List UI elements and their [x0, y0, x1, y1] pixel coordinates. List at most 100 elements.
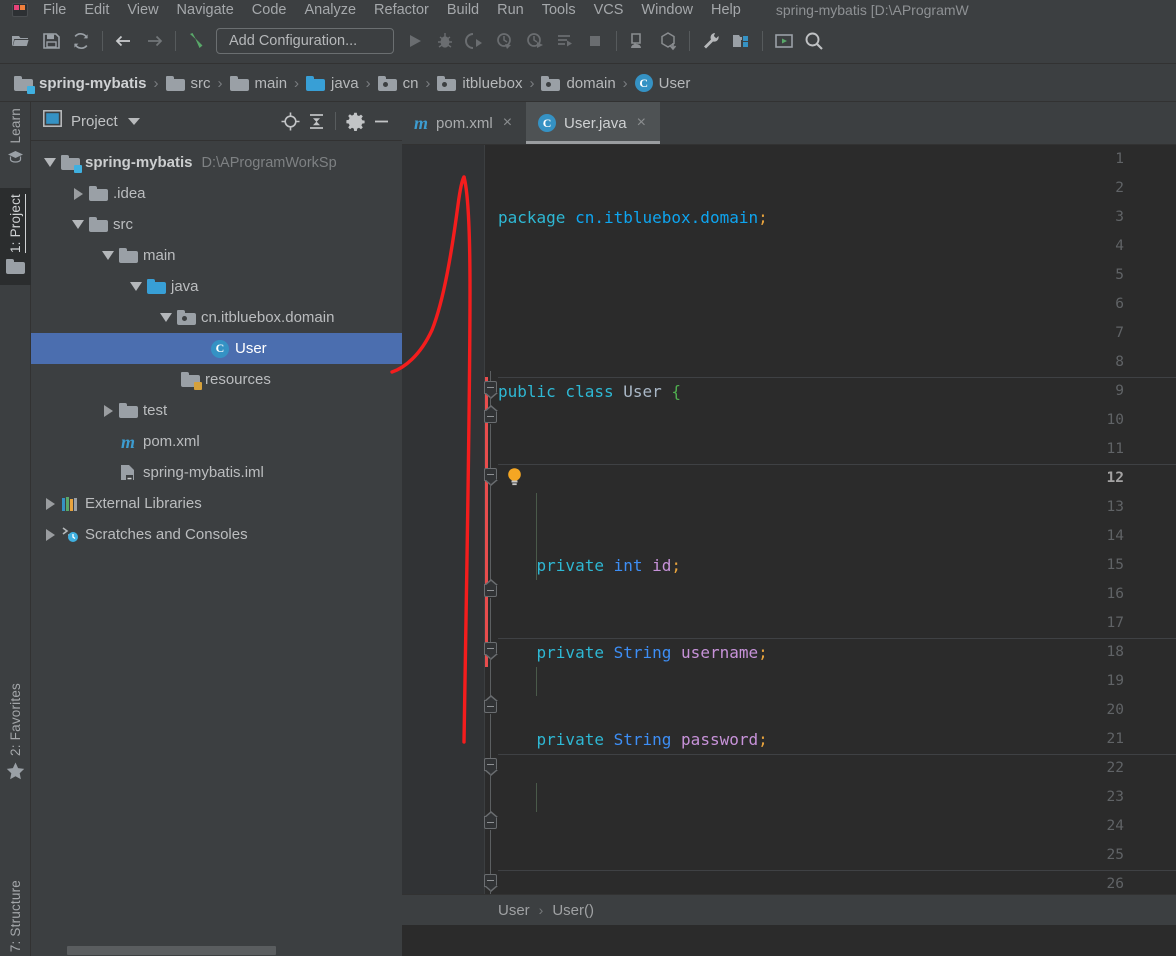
fold-marker-close[interactable]: [484, 695, 498, 713]
run-with-coverage-icon[interactable]: [460, 26, 490, 56]
menu-item-tools[interactable]: Tools: [533, 2, 585, 19]
menu-item-view[interactable]: View: [118, 2, 167, 19]
open-project-icon[interactable]: [6, 26, 36, 56]
build-hammer-icon[interactable]: [182, 26, 212, 56]
breadcrumb-class-user[interactable]: User: [494, 901, 534, 920]
project-tree[interactable]: spring-mybatis D:\AProgramWorkSp .idea s…: [31, 141, 402, 946]
tree-node-label: src: [113, 216, 133, 233]
tree-node-external-libraries[interactable]: External Libraries: [31, 488, 402, 519]
breadcrumb-src[interactable]: src: [162, 73, 215, 94]
breadcrumb-main[interactable]: main: [226, 73, 292, 94]
add-configuration-button[interactable]: Add Configuration...: [216, 28, 394, 54]
run-anything-icon[interactable]: [769, 26, 799, 56]
debug-icon[interactable]: [430, 26, 460, 56]
sidebar-item-project[interactable]: 1: Project: [0, 188, 31, 286]
code-line-7: private String password;: [536, 730, 768, 749]
fold-marker-close[interactable]: [484, 405, 498, 423]
expand-arrow-icon[interactable]: [69, 185, 87, 203]
menu-item-navigate[interactable]: Navigate: [168, 2, 243, 19]
sidebar-item-learn[interactable]: Learn: [0, 102, 31, 175]
breadcrumb-spring-mybatis[interactable]: spring-mybatis: [10, 73, 151, 94]
scrollbar-thumb[interactable]: [67, 946, 276, 955]
run-sequence-icon[interactable]: [550, 26, 580, 56]
chevron-down-icon[interactable]: [127, 117, 140, 125]
tree-node-scratches-consoles[interactable]: Scratches and Consoles: [31, 519, 402, 550]
tab-label: User.java: [564, 114, 627, 132]
stop-icon[interactable]: [580, 26, 610, 56]
commit-icon[interactable]: [653, 26, 683, 56]
menu-item-file[interactable]: File: [34, 2, 75, 19]
sidebar-item-structure[interactable]: 7: Structure: [0, 874, 31, 956]
tree-node-resources[interactable]: resources: [31, 364, 402, 395]
expand-arrow-icon[interactable]: [41, 154, 59, 172]
fold-marker-open[interactable]: [484, 381, 498, 399]
save-all-icon[interactable]: [36, 26, 66, 56]
menu-item-run[interactable]: Run: [488, 2, 533, 19]
tree-node-label: pom.xml: [143, 433, 200, 450]
code-editor[interactable]: 1 2 3 4 5 6 7 8 9 10 11 12 13 14 15 16 1…: [402, 145, 1176, 925]
tree-node-idea[interactable]: .idea: [31, 178, 402, 209]
breadcrumb-java[interactable]: java: [302, 73, 363, 94]
expand-arrow-icon[interactable]: [157, 309, 175, 327]
select-opened-file-icon[interactable]: [277, 108, 303, 134]
close-icon[interactable]: ×: [501, 115, 514, 131]
fold-marker-open[interactable]: [484, 468, 498, 486]
menu-item-analyze[interactable]: Analyze: [295, 2, 365, 19]
expand-arrow-icon[interactable]: [127, 278, 145, 296]
tree-node-main[interactable]: main: [31, 240, 402, 271]
gear-icon[interactable]: [342, 108, 368, 134]
menu-item-edit[interactable]: Edit: [75, 2, 118, 19]
tree-node-iml-file[interactable]: spring-mybatis.iml: [31, 457, 402, 488]
expand-arrow-icon[interactable]: [41, 526, 59, 544]
profile-icon[interactable]: [490, 26, 520, 56]
back-icon[interactable]: [109, 26, 139, 56]
tree-node-user-class[interactable]: C User: [31, 333, 402, 364]
close-icon[interactable]: ×: [635, 115, 648, 131]
breadcrumb-cn[interactable]: cn: [374, 73, 423, 94]
fold-marker-open[interactable]: [484, 642, 498, 660]
fold-marker-open[interactable]: [484, 758, 498, 776]
libraries-icon: [59, 494, 81, 514]
expand-arrow-icon[interactable]: [99, 247, 117, 265]
tree-node-src[interactable]: src: [31, 209, 402, 240]
project-structure-icon[interactable]: [726, 26, 756, 56]
breadcrumb-user[interactable]: C User: [631, 72, 695, 94]
sync-icon[interactable]: [66, 26, 96, 56]
menu-item-help[interactable]: Help: [702, 2, 750, 19]
menu-item-refactor[interactable]: Refactor: [365, 2, 438, 19]
expand-arrow-icon[interactable]: [41, 495, 59, 513]
sidebar-item-favorites[interactable]: 2: Favorites: [0, 677, 31, 791]
expand-arrow-icon[interactable]: [99, 402, 117, 420]
fold-marker-close[interactable]: [484, 579, 498, 597]
menu-item-code[interactable]: Code: [243, 2, 296, 19]
menu-item-vcs[interactable]: VCS: [585, 2, 633, 19]
tree-node-package-domain[interactable]: cn.itbluebox.domain: [31, 302, 402, 333]
project-tree-horizontal-scrollbar[interactable]: [62, 944, 433, 956]
search-everywhere-icon[interactable]: [799, 26, 829, 56]
menu-item-build[interactable]: Build: [438, 2, 488, 19]
breadcrumb-method-user-ctor[interactable]: User(): [548, 901, 598, 920]
tree-node-java[interactable]: java: [31, 271, 402, 302]
profile-cpu-icon[interactable]: [520, 26, 550, 56]
code-line-5: private int id;: [536, 556, 682, 575]
fold-marker-open[interactable]: [484, 874, 498, 892]
collapse-all-icon[interactable]: [303, 108, 329, 134]
hide-panel-icon[interactable]: [368, 108, 394, 134]
tab-pom-xml[interactable]: m pom.xml ×: [402, 102, 526, 144]
fold-marker-close[interactable]: [484, 811, 498, 829]
tree-node-test[interactable]: test: [31, 395, 402, 426]
tool-window-label: 2: Favorites: [8, 683, 23, 756]
forward-icon[interactable]: [139, 26, 169, 56]
expand-arrow-icon[interactable]: [69, 216, 87, 234]
settings-wrench-icon[interactable]: [696, 26, 726, 56]
update-project-icon[interactable]: [623, 26, 653, 56]
tree-node-pom-xml[interactable]: m pom.xml: [31, 426, 402, 457]
menu-item-window[interactable]: Window: [632, 2, 702, 19]
code-text[interactable]: package cn.itbluebox.domain; public clas…: [498, 145, 1176, 925]
tab-user-java[interactable]: C User.java ×: [526, 102, 660, 144]
editor-gutter[interactable]: [402, 145, 484, 925]
tree-node-spring-mybatis[interactable]: spring-mybatis D:\AProgramWorkSp: [31, 147, 402, 178]
run-icon[interactable]: [400, 26, 430, 56]
breadcrumb-itbluebox[interactable]: itbluebox: [433, 73, 526, 94]
breadcrumb-domain[interactable]: domain: [537, 73, 619, 94]
